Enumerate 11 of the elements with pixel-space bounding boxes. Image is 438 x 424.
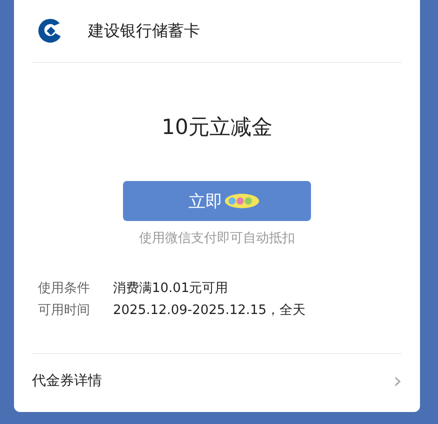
info-label: 可用时间 [38, 302, 91, 319]
hint-text: 使用微信支付即可自动抵扣 [138, 230, 296, 247]
bank-name: 建设银行储蓄卡 [88, 20, 200, 42]
sticker-icon [224, 192, 260, 210]
use-now-button[interactable]: 立即 [123, 181, 311, 221]
info-value: 2025.12.09-2025.12.15，全天 [113, 302, 306, 319]
coupon-title: 10元立减金 [160, 114, 274, 141]
info-value: 消费满10.01元可用 [113, 280, 228, 297]
chevron-icon: › [393, 368, 402, 394]
info-label: 使用条件 [38, 280, 91, 297]
coupon-details-link[interactable]: 代金券详情 › [32, 354, 402, 408]
